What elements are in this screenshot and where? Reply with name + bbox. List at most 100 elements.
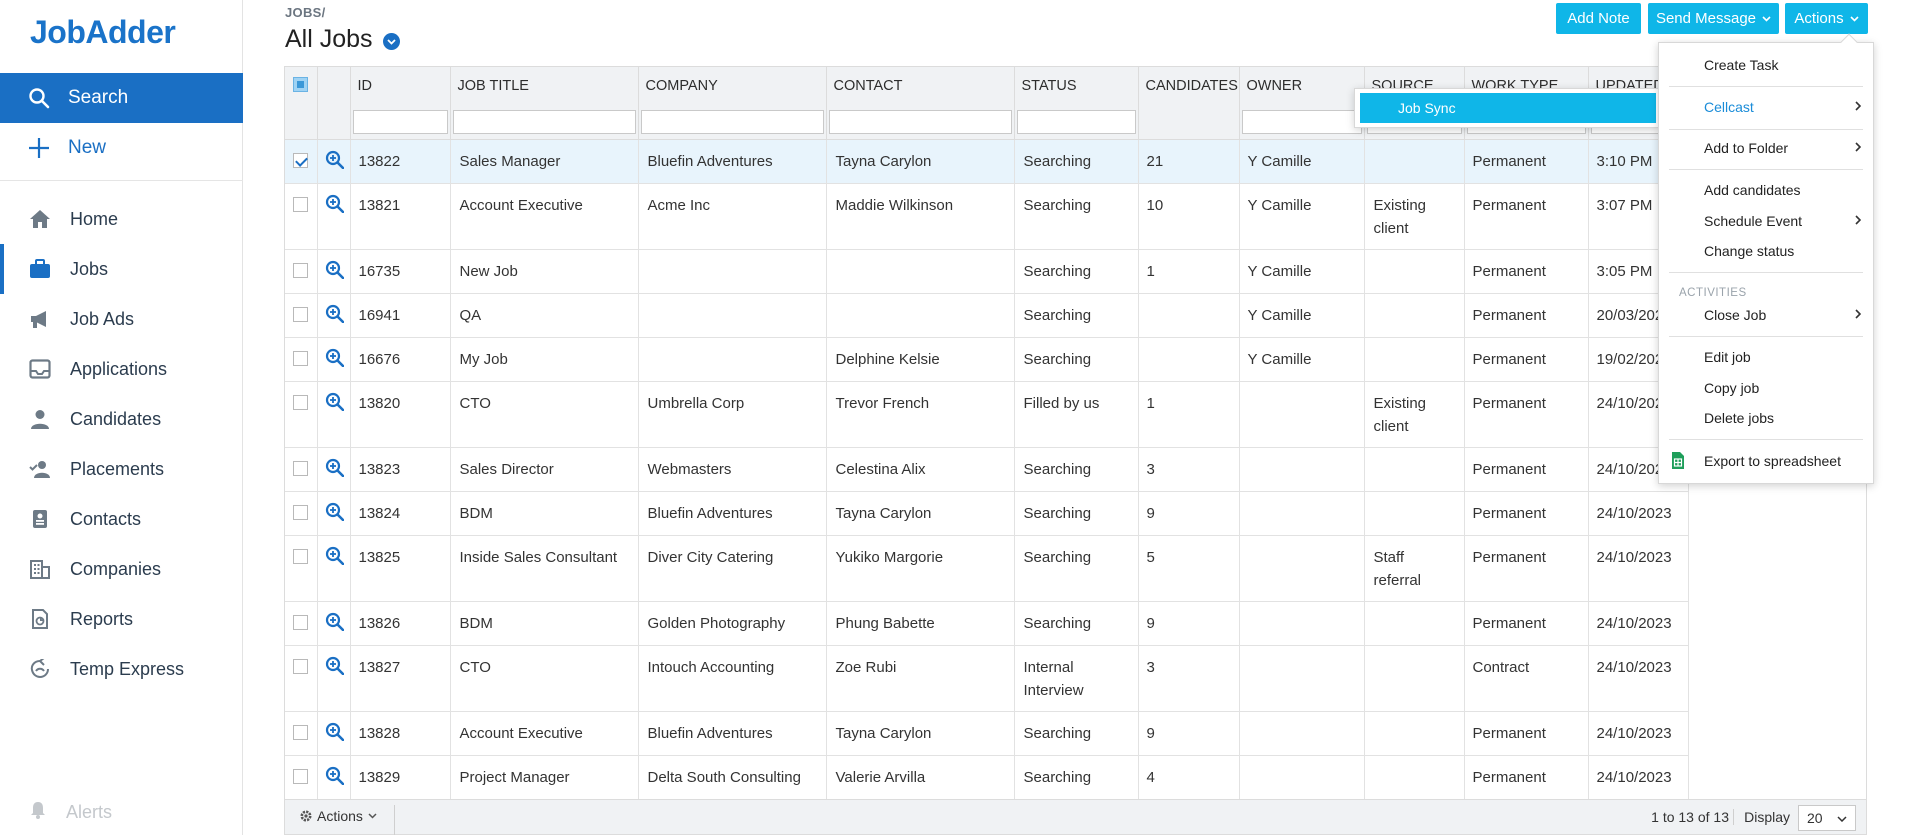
job-title-cell[interactable]: BDM bbox=[450, 601, 639, 646]
row-preview-cell[interactable] bbox=[317, 491, 351, 536]
table-row[interactable]: 13825 Inside Sales Consultant Diver City C… bbox=[285, 535, 1689, 602]
column-header-owner[interactable]: OWNER bbox=[1239, 67, 1365, 105]
company-cell[interactable] bbox=[638, 337, 827, 382]
row-select-cell[interactable] bbox=[285, 337, 318, 382]
table-row[interactable]: 13822 Sales Manager Bluefin Adventures Tayn… bbox=[285, 139, 1689, 184]
status-filter-input[interactable] bbox=[1016, 109, 1136, 134]
owner-cell[interactable]: Y Camille bbox=[1239, 183, 1365, 250]
row-checkbox[interactable] bbox=[293, 768, 308, 784]
row-select-cell[interactable] bbox=[285, 381, 318, 448]
contact-cell[interactable]: Phung Babette bbox=[826, 601, 1015, 646]
sidebar-item-companies[interactable]: Companies bbox=[0, 544, 243, 594]
page-size-select[interactable]: 20 bbox=[1798, 805, 1856, 831]
owner-cell[interactable] bbox=[1239, 447, 1365, 492]
page-title[interactable]: All Jobs bbox=[285, 25, 400, 54]
row-select-cell[interactable] bbox=[285, 447, 318, 492]
job-sync-menu-item[interactable]: Job Sync bbox=[1360, 93, 1656, 123]
export-spreadsheet-menu-item[interactable]: Export to spreadsheet bbox=[1704, 453, 1841, 469]
change-status-menu-item[interactable]: Change status bbox=[1704, 243, 1794, 259]
table-row[interactable]: 13823 Sales Director Webmasters Celestina A… bbox=[285, 447, 1689, 492]
zoom-in-icon[interactable] bbox=[325, 546, 344, 565]
contact-cell[interactable]: Tayna Carylon bbox=[826, 491, 1015, 536]
row-select-cell[interactable] bbox=[285, 293, 318, 338]
contact-filter-input[interactable] bbox=[828, 109, 1012, 134]
sidebar-item-applications[interactable]: Applications bbox=[0, 344, 243, 394]
id-filter-input[interactable] bbox=[352, 109, 448, 134]
job-title-cell[interactable]: Sales Manager bbox=[450, 139, 639, 184]
row-checkbox[interactable] bbox=[293, 350, 308, 366]
row-select-cell[interactable] bbox=[285, 535, 318, 602]
job-title-cell[interactable]: Account Executive bbox=[450, 183, 639, 250]
create-task-menu-item[interactable]: Create Task bbox=[1704, 57, 1778, 73]
row-checkbox[interactable] bbox=[293, 614, 308, 630]
sidebar-item-candidates[interactable]: Candidates bbox=[0, 394, 243, 444]
contact-cell[interactable]: Delphine Kelsie bbox=[826, 337, 1015, 382]
zoom-in-icon[interactable] bbox=[325, 722, 344, 741]
job-title-cell[interactable]: CTO bbox=[450, 645, 639, 712]
job-title-filter-input[interactable] bbox=[452, 109, 636, 134]
company-cell[interactable] bbox=[638, 293, 827, 338]
zoom-in-icon[interactable] bbox=[325, 458, 344, 477]
company-cell[interactable]: Bluefin Adventures bbox=[638, 139, 827, 184]
owner-filter-input[interactable] bbox=[1241, 109, 1362, 134]
row-select-cell[interactable] bbox=[285, 183, 318, 250]
company-cell[interactable]: Acme Inc bbox=[638, 183, 827, 250]
column-header-company[interactable]: COMPANY bbox=[638, 67, 827, 105]
job-title-cell[interactable]: My Job bbox=[450, 337, 639, 382]
table-row[interactable]: 13829 Project Manager Delta South Consulti… bbox=[285, 755, 1689, 799]
row-checkbox[interactable] bbox=[293, 658, 308, 674]
job-title-cell[interactable]: Account Executive bbox=[450, 711, 639, 756]
row-preview-cell[interactable] bbox=[317, 183, 351, 250]
owner-cell[interactable] bbox=[1239, 535, 1365, 602]
zoom-in-icon[interactable] bbox=[325, 348, 344, 367]
zoom-in-icon[interactable] bbox=[325, 194, 344, 213]
company-cell[interactable]: Diver City Catering bbox=[638, 535, 827, 602]
company-cell[interactable]: Bluefin Adventures bbox=[638, 491, 827, 536]
job-title-cell[interactable]: Project Manager bbox=[450, 755, 639, 799]
row-preview-cell[interactable] bbox=[317, 711, 351, 756]
owner-cell[interactable]: Y Camille bbox=[1239, 139, 1365, 184]
job-title-cell[interactable]: QA bbox=[450, 293, 639, 338]
column-header-job-title[interactable]: JOB TITLE bbox=[450, 67, 639, 105]
row-select-cell[interactable] bbox=[285, 491, 318, 536]
chevron-down-icon[interactable] bbox=[382, 33, 400, 50]
row-checkbox[interactable] bbox=[293, 196, 308, 212]
copy-job-menu-item[interactable]: Copy job bbox=[1704, 380, 1759, 396]
row-select-cell[interactable] bbox=[285, 711, 318, 756]
job-title-cell[interactable]: BDM bbox=[450, 491, 639, 536]
cellcast-menu-item[interactable]: Cellcast bbox=[1704, 99, 1873, 115]
company-cell[interactable]: Webmasters bbox=[638, 447, 827, 492]
select-all-checkbox[interactable] bbox=[293, 76, 308, 92]
table-row[interactable]: 13820 CTO Umbrella Corp Trevor French Filled… bbox=[285, 381, 1689, 448]
column-header-contact[interactable]: CONTACT bbox=[826, 67, 1015, 105]
row-select-cell[interactable] bbox=[285, 645, 318, 712]
row-preview-cell[interactable] bbox=[317, 601, 351, 646]
schedule-event-menu-item[interactable]: Schedule Event bbox=[1704, 213, 1802, 229]
row-checkbox[interactable] bbox=[293, 460, 308, 476]
select-all-cell[interactable] bbox=[285, 67, 318, 105]
footer-actions-button[interactable]: Actions bbox=[299, 808, 377, 824]
row-preview-cell[interactable] bbox=[317, 249, 351, 294]
row-select-cell[interactable] bbox=[285, 601, 318, 646]
row-preview-cell[interactable] bbox=[317, 293, 351, 338]
row-checkbox[interactable] bbox=[293, 504, 308, 520]
row-preview-cell[interactable] bbox=[317, 447, 351, 492]
table-row[interactable]: 13821 Account Executive Acme Inc Maddie Wil… bbox=[285, 183, 1689, 250]
job-title-cell[interactable]: New Job bbox=[450, 249, 639, 294]
table-row[interactable]: 13828 Account Executive Bluefin Adventures… bbox=[285, 711, 1689, 756]
breadcrumb[interactable]: JOBS/ bbox=[285, 5, 326, 20]
sidebar-item-contacts[interactable]: Contacts bbox=[0, 494, 243, 544]
owner-cell[interactable]: Y Camille bbox=[1239, 337, 1365, 382]
column-header-candidates[interactable]: CANDIDATES bbox=[1138, 67, 1240, 105]
table-row[interactable]: 16941 QA Searching Y Camille Permanent 20/03/… bbox=[285, 293, 1689, 338]
actions-button[interactable]: Actions bbox=[1785, 3, 1868, 34]
zoom-in-icon[interactable] bbox=[325, 766, 344, 785]
row-checkbox[interactable] bbox=[293, 152, 308, 168]
row-preview-cell[interactable] bbox=[317, 645, 351, 712]
company-cell[interactable]: Golden Photography bbox=[638, 601, 827, 646]
sidebar-item-reports[interactable]: Reports bbox=[0, 594, 243, 644]
add-note-button[interactable]: Add Note bbox=[1556, 3, 1641, 34]
column-header-status[interactable]: STATUS bbox=[1014, 67, 1139, 105]
contact-cell[interactable] bbox=[826, 249, 1015, 294]
contact-cell[interactable]: Celestina Alix bbox=[826, 447, 1015, 492]
